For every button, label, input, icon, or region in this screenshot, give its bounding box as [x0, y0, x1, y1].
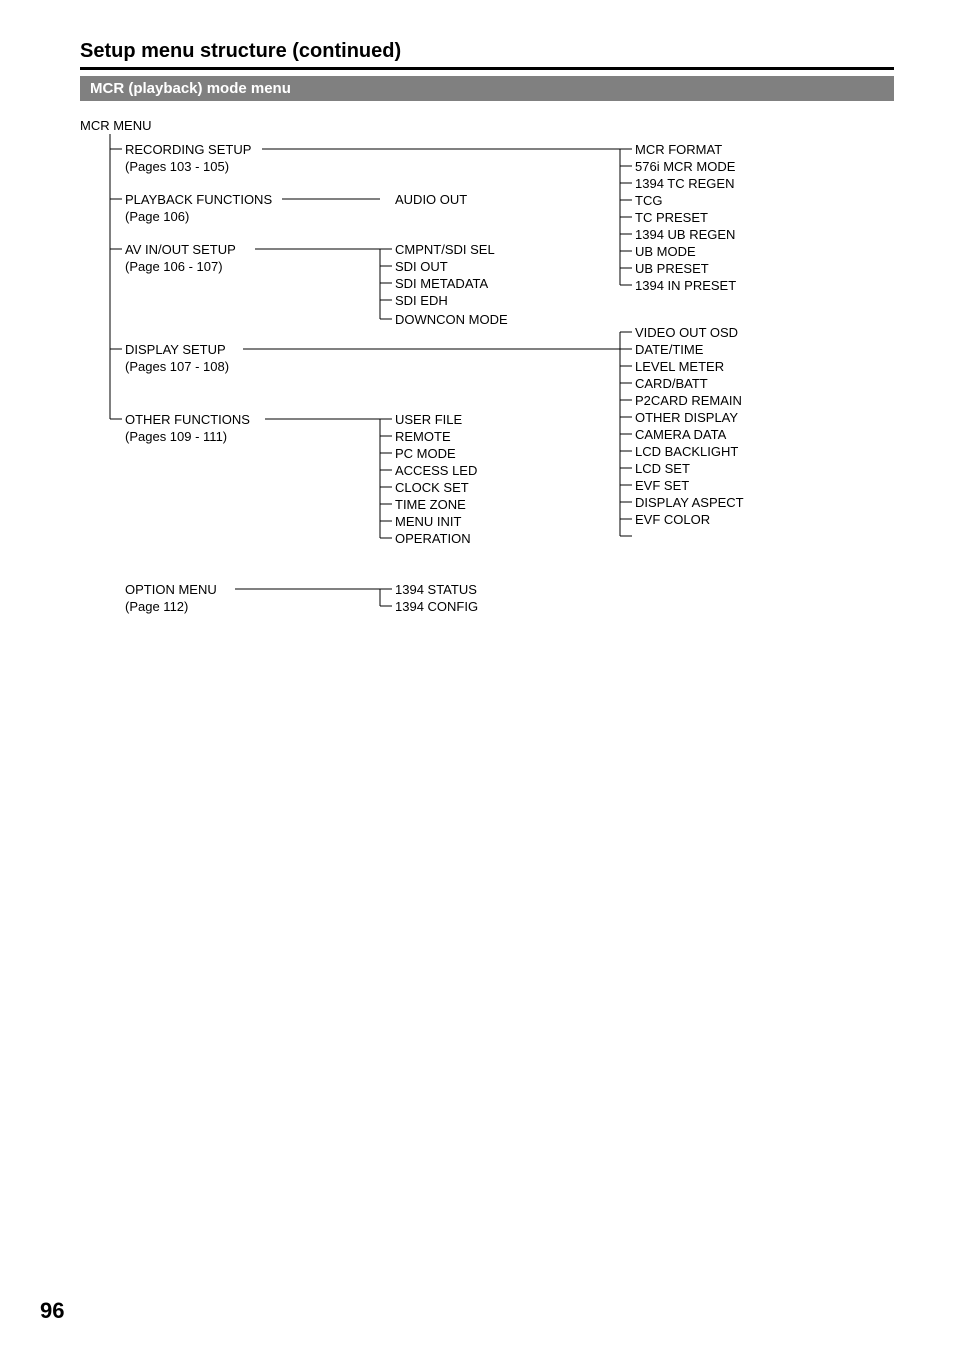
- col3-display-aspect: DISPLAY ASPECT: [635, 496, 744, 509]
- col2-sdi-metadata: SDI METADATA: [395, 277, 488, 290]
- col1-option-menu: OPTION MENU: [125, 583, 217, 596]
- col3-p2card-remain: P2CARD REMAIN: [635, 394, 742, 407]
- col2-menu-init: MENU INIT: [395, 515, 461, 528]
- col2-1394-status: 1394 STATUS: [395, 583, 477, 596]
- col3-level-meter: LEVEL METER: [635, 360, 724, 373]
- col3-date-time: DATE/TIME: [635, 343, 703, 356]
- col1-display-setup-pages: (Pages 107 - 108): [125, 360, 229, 373]
- col1-playback-functions-pages: (Page 106): [125, 210, 189, 223]
- col3-video-out-osd: VIDEO OUT OSD: [635, 326, 738, 339]
- divider-thick: [80, 67, 894, 70]
- col3-lcd-backlight: LCD BACKLIGHT: [635, 445, 738, 458]
- col2-remote: REMOTE: [395, 430, 451, 443]
- col1-other-functions: OTHER FUNCTIONS: [125, 413, 250, 426]
- col2-user-file: USER FILE: [395, 413, 462, 426]
- col1-playback-functions: PLAYBACK FUNCTIONS: [125, 193, 272, 206]
- col2-clock-set: CLOCK SET: [395, 481, 469, 494]
- col1-display-setup: DISPLAY SETUP: [125, 343, 226, 356]
- col1-other-functions-pages: (Pages 109 - 111): [125, 430, 227, 443]
- page-number: 96: [40, 1298, 64, 1324]
- col1-recording-setup-pages: (Pages 103 - 105): [125, 160, 229, 173]
- col2-access-led: ACCESS LED: [395, 464, 477, 477]
- page-container: Setup menu structure (continued) MCR (pl…: [0, 0, 954, 659]
- col3-tc-preset: TC PRESET: [635, 211, 708, 224]
- col3-576i-mcr-mode: 576i MCR MODE: [635, 160, 735, 173]
- menu-tree: MCR MENU RECORDING SETUP (Pages 103 - 10…: [80, 119, 894, 639]
- col1-av-inout-setup-pages: (Page 106 - 107): [125, 260, 223, 273]
- col3-1394-ub-regen: 1394 UB REGEN: [635, 228, 735, 241]
- tree-root: MCR MENU: [80, 119, 152, 132]
- col3-1394-tc-regen: 1394 TC REGEN: [635, 177, 734, 190]
- col2-pc-mode: PC MODE: [395, 447, 456, 460]
- col3-tcg: TCG: [635, 194, 662, 207]
- col3-1394-in-preset: 1394 IN PRESET: [635, 279, 736, 292]
- col1-option-menu-pages: (Page 112): [125, 600, 188, 613]
- mode-bar: MCR (playback) mode menu: [80, 76, 894, 101]
- col3-lcd-set: LCD SET: [635, 462, 690, 475]
- col2-cmpnt-sdi-sel: CMPNT/SDI SEL: [395, 243, 495, 256]
- col3-card-batt: CARD/BATT: [635, 377, 708, 390]
- col3-camera-data: CAMERA DATA: [635, 428, 726, 441]
- col3-ub-preset: UB PRESET: [635, 262, 709, 275]
- section-title: Setup menu structure (continued): [80, 40, 894, 63]
- col2-sdi-edh: SDI EDH: [395, 294, 448, 307]
- col2-downcon-mode: DOWNCON MODE: [395, 313, 508, 326]
- col1-recording-setup: RECORDING SETUP: [125, 143, 251, 156]
- col3-ub-mode: UB MODE: [635, 245, 696, 258]
- col2-operation: OPERATION: [395, 532, 471, 545]
- col3-evf-color: EVF COLOR: [635, 513, 710, 526]
- col2-time-zone: TIME ZONE: [395, 498, 466, 511]
- col3-mcr-format: MCR FORMAT: [635, 143, 722, 156]
- col1-av-inout-setup: AV IN/OUT SETUP: [125, 243, 236, 256]
- col2-audio-out: AUDIO OUT: [395, 193, 467, 206]
- col2-1394-config: 1394 CONFIG: [395, 600, 478, 613]
- col2-sdi-out: SDI OUT: [395, 260, 448, 273]
- col3-other-display: OTHER DISPLAY: [635, 411, 738, 424]
- col3-evf-set: EVF SET: [635, 479, 689, 492]
